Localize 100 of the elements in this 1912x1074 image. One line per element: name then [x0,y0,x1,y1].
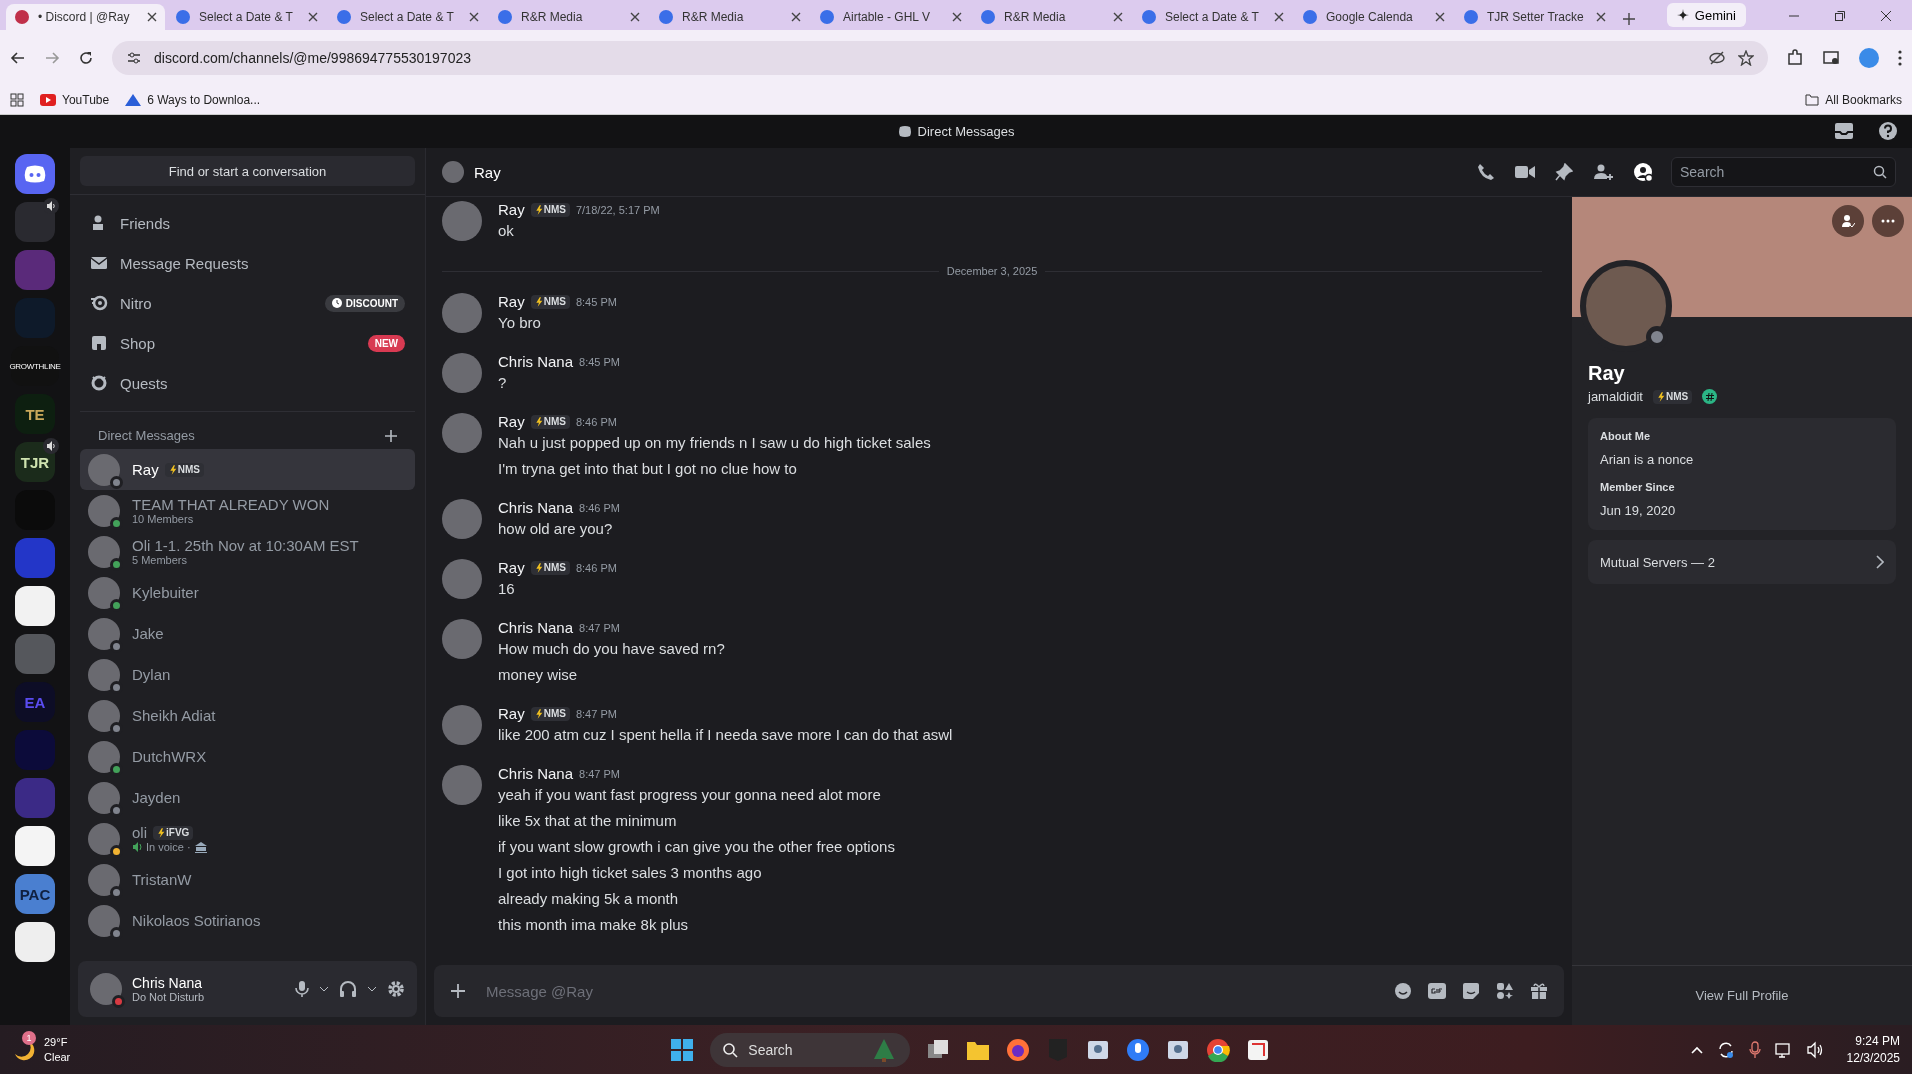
close-icon[interactable] [952,12,962,22]
caret-icon[interactable] [319,986,329,992]
help-icon[interactable] [1878,121,1898,141]
mutual-servers-button[interactable]: Mutual Servers — 2 [1588,540,1896,584]
network-icon[interactable] [1774,1040,1793,1059]
avatar[interactable] [442,499,482,539]
dm-item[interactable]: Ray NMS [80,449,415,490]
close-icon[interactable] [308,12,318,22]
plus-icon[interactable] [385,429,397,442]
taskbar-search[interactable]: Search [710,1032,911,1067]
avatar[interactable] [90,973,122,1005]
avatar[interactable] [442,201,482,241]
inbox-icon[interactable] [1834,121,1854,141]
snipping-tool-icon[interactable] [1246,1037,1271,1062]
search-field[interactable]: Search [1671,157,1896,187]
settings-icon[interactable] [387,980,405,998]
apps-icon[interactable] [1496,982,1514,1000]
close-icon[interactable] [1274,12,1284,22]
nav-item[interactable]: Message Requests [80,243,415,283]
video-camera-icon[interactable] [1515,165,1535,179]
new-tab-icon[interactable] [1622,12,1636,26]
browser-tab[interactable]: Google Calenda [1294,4,1453,30]
close-icon[interactable] [469,12,479,22]
dm-item[interactable]: Kylebuiter [80,572,415,613]
cast-icon[interactable] [1822,48,1840,67]
eye-slash-icon[interactable] [1708,49,1726,66]
pin-icon[interactable] [1555,163,1573,181]
volume-icon[interactable] [1806,1040,1825,1059]
chevron-up-icon[interactable] [1690,1045,1703,1054]
view-full-profile-button[interactable]: View Full Profile [1689,987,1795,1004]
message-author[interactable]: Ray [498,413,525,430]
site-settings-icon[interactable] [126,49,142,66]
nav-item[interactable]: Nitro DISCOUNT [80,283,415,323]
avatar[interactable] [442,705,482,745]
browser-tab[interactable]: Airtable - GHL V [811,4,970,30]
message-author[interactable]: Ray [498,559,525,576]
dm-item[interactable]: Nikolaos Sotirianos [80,900,415,941]
message-author[interactable]: Ray [498,705,525,722]
reload-icon[interactable] [78,49,94,66]
nav-item[interactable]: Shop NEW [80,323,415,363]
restore-icon[interactable] [1834,10,1846,22]
all-bookmarks-link[interactable]: All Bookmarks [1805,92,1902,107]
message-author[interactable]: Chris Nana [498,499,574,516]
close-icon[interactable] [630,12,640,22]
sticker-icon[interactable] [1462,982,1480,1000]
dm-item[interactable]: Oli 1-1. 25th Nov at 10:30AM EST 5 Members [80,531,415,572]
server-icon[interactable]: TE [15,394,55,434]
microphone-app-icon[interactable] [1126,1037,1151,1062]
browser-tab[interactable]: R&R Media [972,4,1131,30]
avatar[interactable] [442,413,482,453]
dm-item[interactable]: TEAM THAT ALREADY WON 10 Members [80,490,415,531]
message-author[interactable]: Ray [498,293,525,310]
dm-item[interactable]: DutchWRX [80,736,415,777]
close-icon[interactable] [1113,12,1123,22]
chrome-icon[interactable] [1206,1037,1231,1062]
avatar[interactable] [442,353,482,393]
profile-avatar[interactable] [1858,46,1880,69]
phone-icon[interactable] [1477,163,1495,181]
gemini-button[interactable]: Gemini [1666,3,1746,27]
close-icon[interactable] [1596,12,1606,22]
start-icon[interactable] [670,1037,695,1062]
friend-button[interactable] [1832,205,1864,237]
more-button[interactable] [1872,205,1904,237]
add-friend-icon[interactable] [1593,163,1613,181]
home-button[interactable] [15,154,55,194]
address-bar[interactable]: discord.com/channels/@me/998694775530197023 [112,40,1768,75]
close-icon[interactable] [1435,12,1445,22]
dm-item[interactable]: Jake [80,613,415,654]
microphone-icon[interactable] [1748,1040,1761,1059]
user-profile-icon[interactable] [1633,162,1653,182]
back-icon[interactable] [10,49,26,66]
server-icon[interactable] [15,826,55,866]
dm-item[interactable]: Dylan [80,654,415,695]
avatar[interactable] [442,765,482,805]
microphone-icon[interactable] [295,980,309,998]
nav-item[interactable]: Quests [80,363,415,403]
avatar[interactable] [442,559,482,599]
server-icon[interactable] [15,586,55,626]
headphones-icon[interactable] [339,980,357,998]
apps-grid-icon[interactable] [10,92,24,107]
emoji-icon[interactable] [1394,982,1412,1000]
dm-item[interactable]: oli iFVG In voice · [80,818,415,859]
browser-tab[interactable]: • Discord | @Ray [6,4,165,30]
gif-icon[interactable] [1428,983,1446,999]
extensions-icon[interactable] [1786,48,1804,67]
dm-item[interactable]: Jayden [80,777,415,818]
server-icon[interactable] [15,922,55,962]
caret-icon[interactable] [367,986,377,992]
close-icon[interactable] [791,12,801,22]
dm-item[interactable]: Sheikh Adiat [80,695,415,736]
message-author[interactable]: Chris Nana [498,619,574,636]
close-icon[interactable] [147,12,157,22]
server-icon[interactable]: PAC [15,874,55,914]
clock[interactable]: 9:24 PM 12/3/2025 [1846,1032,1900,1067]
message-author[interactable]: Ray [498,201,525,218]
browser-tab[interactable]: Select a Date & T [328,4,487,30]
nav-item[interactable]: Friends [80,203,415,243]
find-conversation-button[interactable]: Find or start a conversation [80,156,415,186]
message-author[interactable]: Chris Nana [498,353,574,370]
bookmark-link[interactable]: YouTube [40,92,110,107]
